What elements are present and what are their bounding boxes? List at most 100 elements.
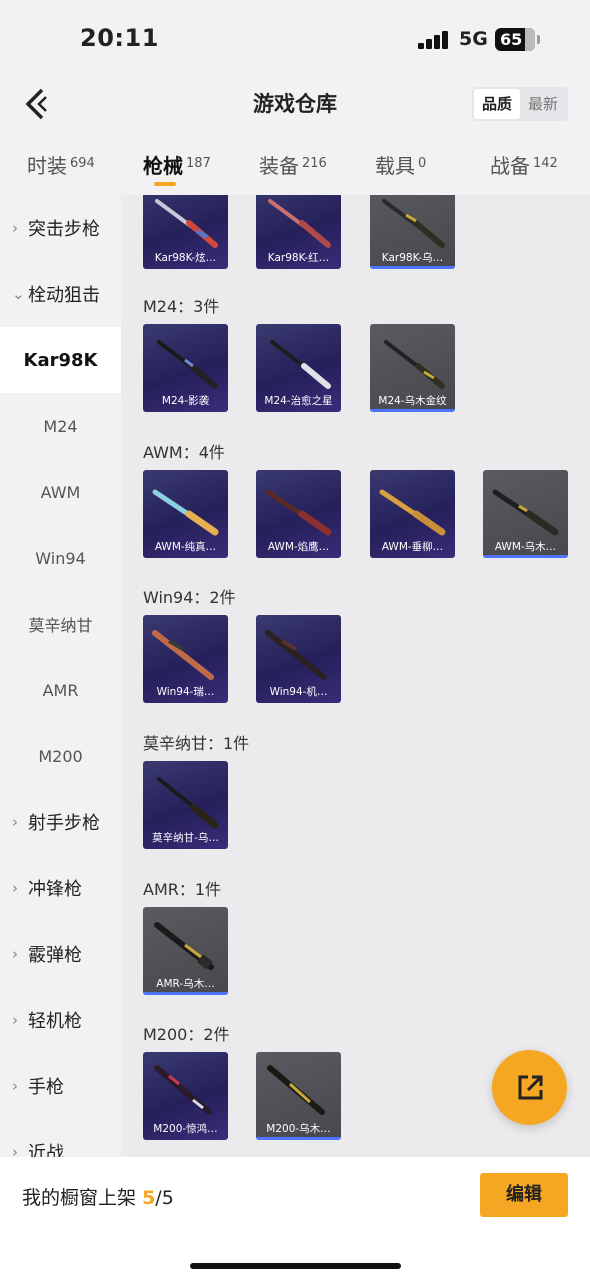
sidebar-item-shotgun[interactable]: › 霰弹枪 (0, 921, 121, 987)
network-type: 5G (459, 28, 488, 50)
tab-supplies[interactable]: 战备 142 (490, 150, 558, 179)
section-title-mosin: 莫辛纳甘：1件 (143, 734, 250, 753)
sidebar-item-pistol[interactable]: › 手枪 (0, 1053, 121, 1119)
skin-label: AWM-焰鹰… (267, 541, 330, 553)
sidebar-item-label: 栓动狙击 (28, 285, 100, 306)
tab-equipment[interactable]: 装备 216 (259, 150, 327, 179)
chevron-right-icon: › (12, 1011, 18, 1029)
sidebar-item-smg[interactable]: › 冲锋枪 (0, 855, 121, 921)
skin-card[interactable]: Kar98K-红… (256, 195, 341, 269)
skin-card[interactable]: Kar98K-乌… (370, 195, 455, 269)
section-title-awm: AWM：4件 (143, 443, 225, 462)
skin-label: AWM-乌木… (494, 541, 557, 553)
skin-label: M24-治愈之星 (264, 395, 333, 407)
battery-level: 65 (500, 30, 523, 49)
tab-active-indicator (154, 182, 176, 186)
section-title-win94: Win94：2件 (143, 588, 236, 607)
sort-latest[interactable]: 最新 (520, 89, 566, 119)
tab-label: 时装 (27, 154, 67, 178)
rifle-icon (152, 489, 219, 536)
rifle-icon (265, 489, 332, 536)
sidebar-item-dmr[interactable]: › 射手步枪 (0, 789, 121, 855)
skin-card[interactable]: AWM-纯真… (143, 470, 228, 558)
skin-card[interactable]: AWM-乌木… (483, 470, 568, 558)
sidebar-item-assault[interactable]: › 突击步枪 (0, 195, 121, 261)
tab-label: 载具 (375, 154, 415, 178)
rifle-icon (267, 1065, 325, 1115)
share-button[interactable] (492, 1050, 567, 1125)
skin-card[interactable]: Win94-机… (256, 615, 341, 703)
sidebar-item-win94[interactable]: Win94 (0, 525, 121, 591)
rifle-icon (154, 922, 214, 970)
sidebar-item-m200[interactable]: M200 (0, 723, 121, 789)
rifle-icon (154, 1065, 212, 1115)
showcase-total: /5 (155, 1187, 174, 1209)
skin-label: AMR-乌木… (156, 978, 215, 990)
section-title-m200: M200：2件 (143, 1025, 230, 1044)
sidebar-item-label: 手枪 (28, 1077, 64, 1098)
sidebar-item-melee[interactable]: › 近战 (0, 1119, 121, 1157)
battery-icon: 65 (495, 28, 540, 51)
tab-label: 枪械 (143, 154, 183, 178)
sidebar-item-kar98k[interactable]: Kar98K (0, 327, 121, 393)
sidebar-item-awm[interactable]: AWM (0, 459, 121, 525)
skin-label: AWM-纯真… (154, 541, 217, 553)
skin-label: Win94-瑞… (156, 686, 215, 698)
sidebar-item-label: 轻机枪 (28, 1011, 82, 1032)
skin-grid: Kar98K-炫… Kar98K-红… Kar98K-乌… M24：3件 M24… (121, 195, 590, 1157)
skin-label: M200-乌木… (266, 1123, 331, 1135)
chevron-right-icon: › (12, 813, 18, 831)
rifle-icon (152, 630, 214, 680)
tab-fashion[interactable]: 时装 694 (27, 150, 95, 179)
nav-header: 游戏仓库 品质 最新 (0, 80, 590, 130)
chevron-right-icon: › (12, 879, 18, 897)
skin-card[interactable]: M200-惊鸿… (143, 1052, 228, 1140)
status-bar: 20:11 5G 65 (0, 0, 590, 80)
selected-stripe (370, 266, 455, 269)
tab-count: 694 (70, 156, 95, 171)
edit-button[interactable]: 编辑 (480, 1173, 568, 1217)
sidebar-item-m24[interactable]: M24 (0, 393, 121, 459)
tab-count: 0 (418, 156, 427, 171)
skin-label: Kar98K-炫… (154, 252, 217, 264)
rifle-icon (268, 199, 331, 248)
sidebar-item-lmg[interactable]: › 轻机枪 (0, 987, 121, 1053)
skin-card[interactable]: Win94-瑞… (143, 615, 228, 703)
skin-card[interactable]: M24-乌木金纹 (370, 324, 455, 412)
skin-label: Kar98K-乌… (381, 252, 444, 264)
sidebar-item-bolt[interactable]: ⌄ 栓动狙击 (0, 261, 121, 327)
skin-card[interactable]: AWM-焰鹰… (256, 470, 341, 558)
skin-label: 莫辛纳甘-乌… (152, 832, 219, 844)
tab-guns[interactable]: 枪械 187 (143, 150, 211, 179)
skin-card[interactable]: M200-乌木… (256, 1052, 341, 1140)
tab-count: 216 (302, 156, 327, 171)
skin-label: M24-乌木金纹 (378, 395, 447, 407)
rifle-icon (270, 340, 331, 389)
section-title-m24: M24：3件 (143, 297, 220, 316)
category-tabs: 时装 694 枪械 187 装备 216 载具 0 战备 142 (0, 140, 590, 192)
rifle-icon (384, 340, 445, 389)
skin-card[interactable]: 莫辛纳甘-乌… (143, 761, 228, 849)
skin-card[interactable]: M24-治愈之星 (256, 324, 341, 412)
tab-vehicles[interactable]: 载具 0 (375, 150, 426, 179)
skin-card[interactable]: AMR-乌木… (143, 907, 228, 995)
skin-card[interactable]: AWM-垂柳… (370, 470, 455, 558)
showcase-bar: 我的橱窗上架 5/5 编辑 (0, 1157, 590, 1280)
tab-count: 142 (533, 156, 558, 171)
signal-icon (418, 31, 450, 49)
selected-stripe (370, 409, 455, 412)
home-indicator[interactable] (190, 1263, 401, 1269)
selected-stripe (483, 555, 568, 558)
skin-card[interactable]: Kar98K-炫… (143, 195, 228, 269)
rifle-icon (155, 199, 218, 248)
skin-card[interactable]: M24-影袭 (143, 324, 228, 412)
sidebar-item-amr[interactable]: AMR (0, 657, 121, 723)
status-time: 20:11 (80, 24, 159, 52)
selected-stripe (143, 992, 228, 995)
section-title-amr: AMR：1件 (143, 880, 222, 899)
sidebar-item-mosin[interactable]: 莫辛纳甘 (0, 591, 121, 657)
sort-quality[interactable]: 品质 (474, 89, 520, 119)
sidebar-item-label: 霰弹枪 (28, 945, 82, 966)
rifle-icon (157, 340, 218, 389)
skin-label: M200-惊鸿… (153, 1123, 218, 1135)
